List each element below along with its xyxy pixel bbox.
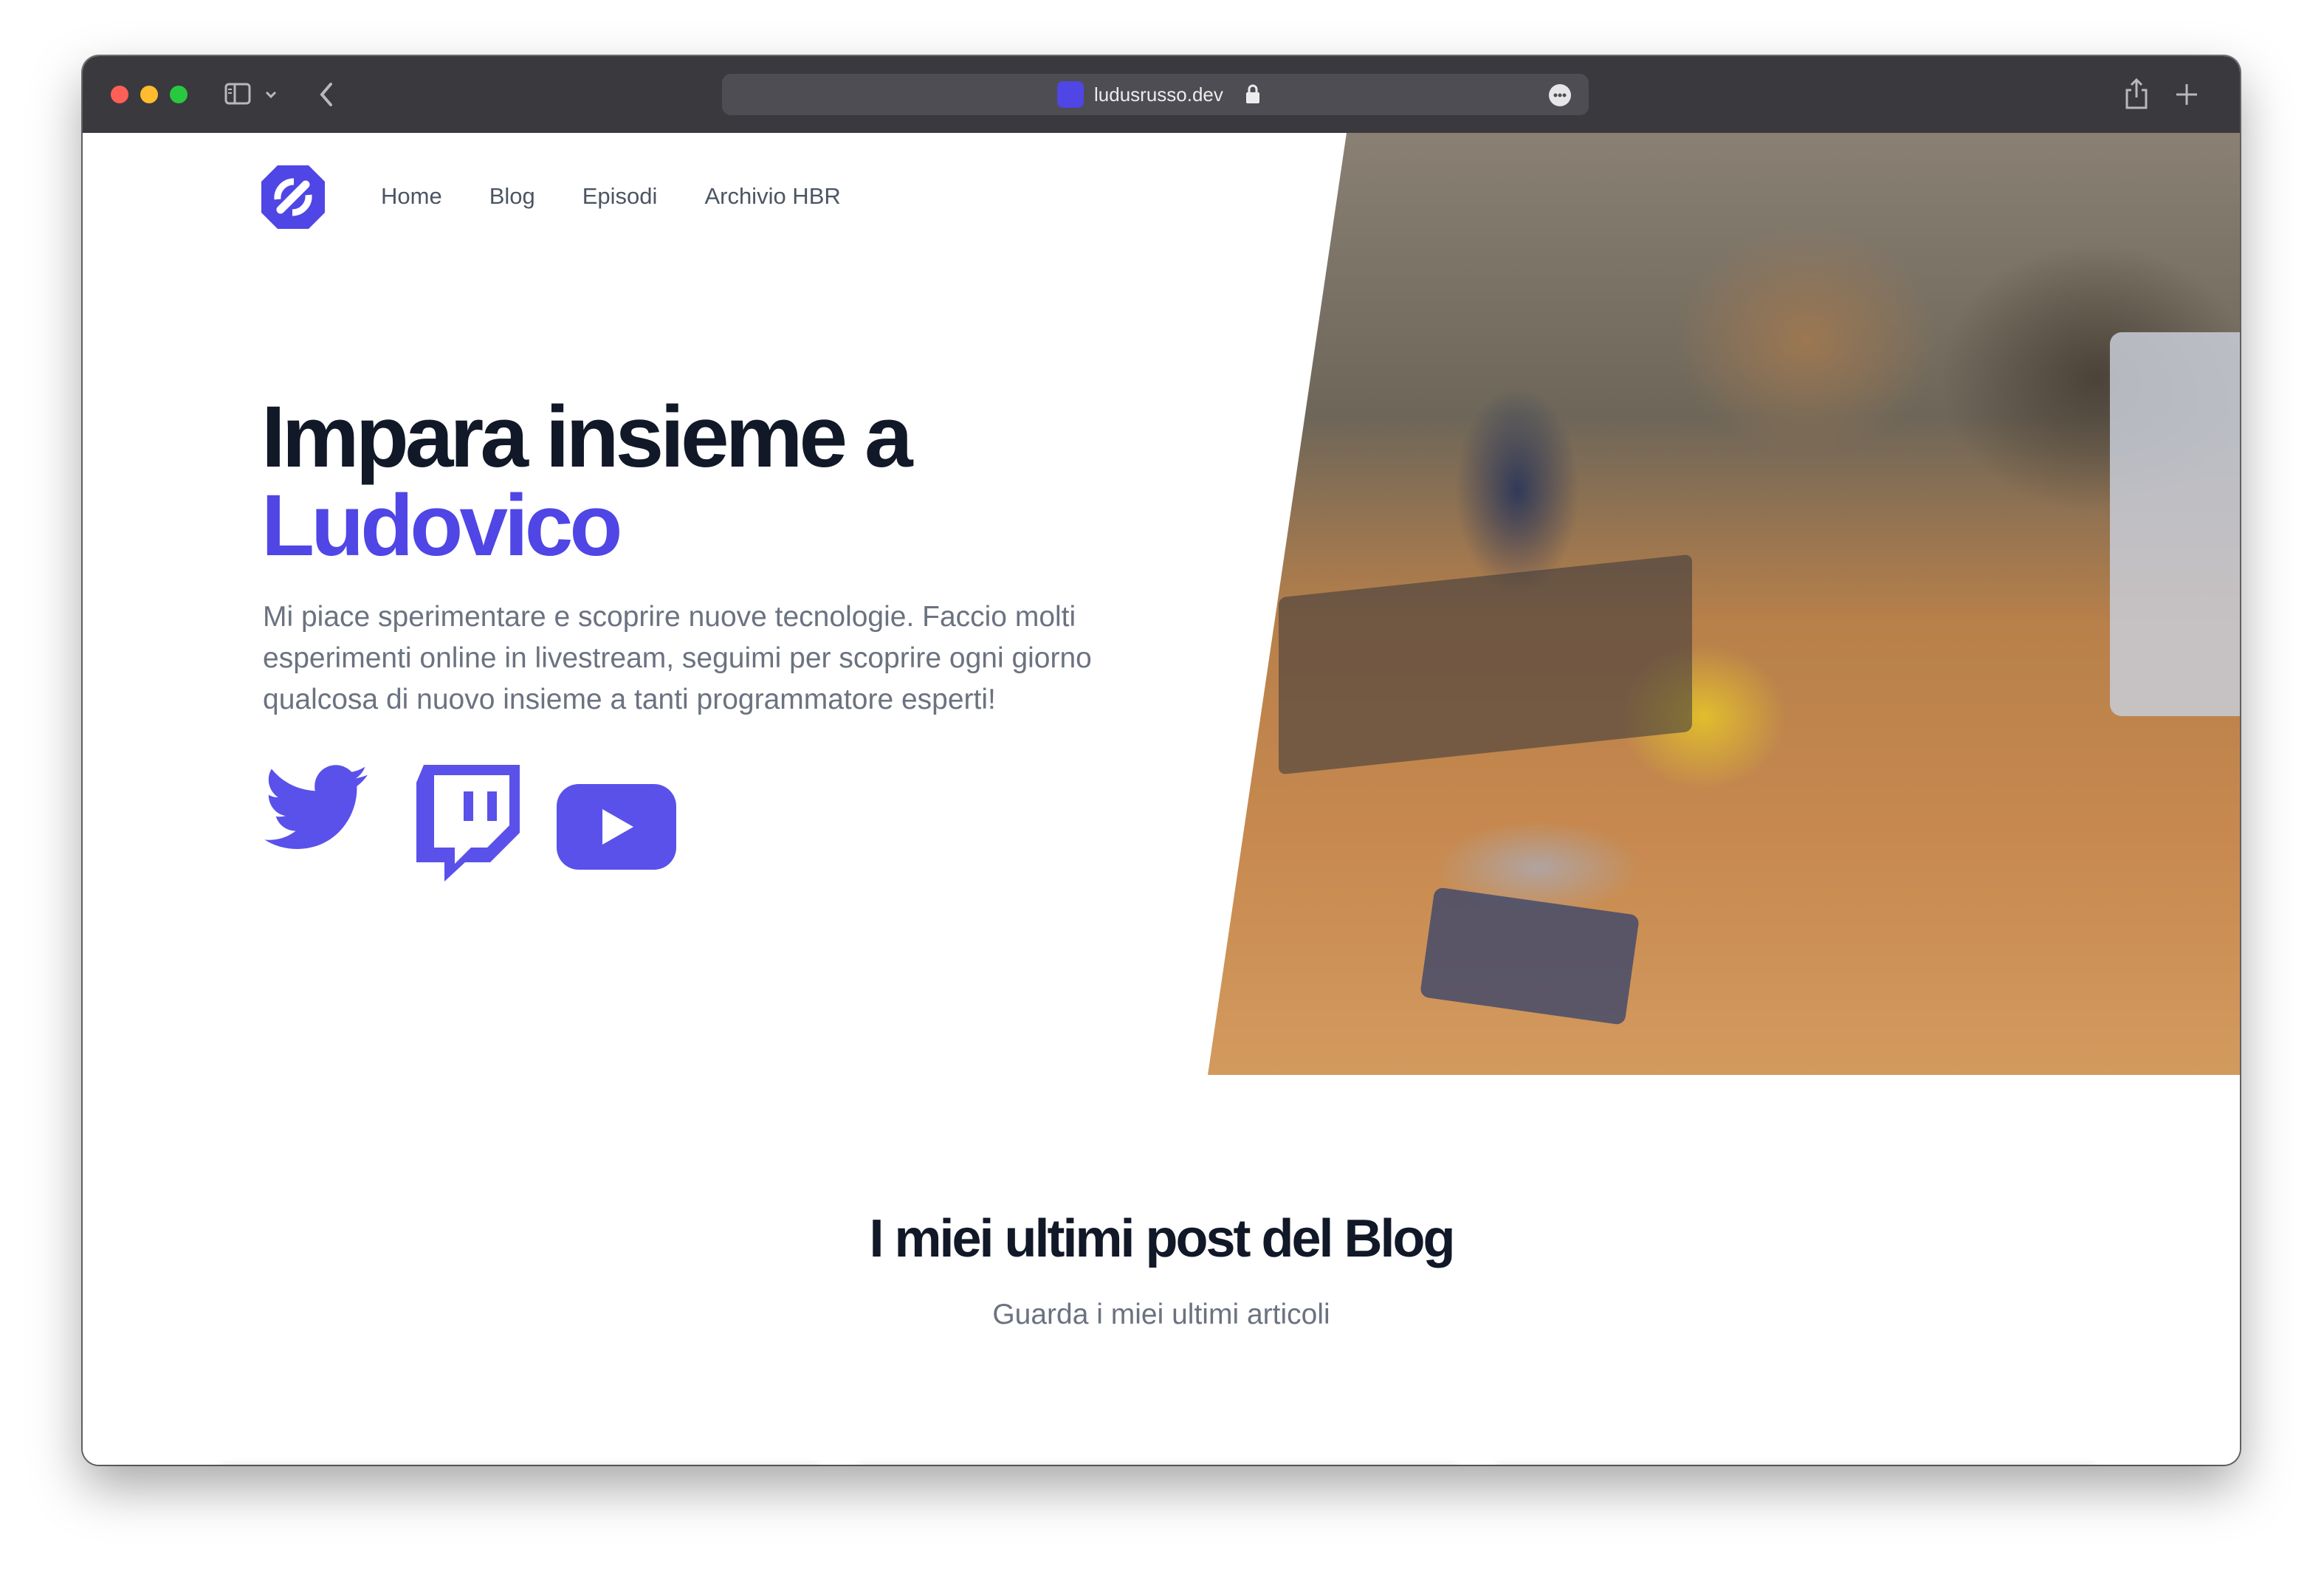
blog-section-title: I miei ultimi post del Blog (869, 1209, 1455, 1268)
twitter-icon[interactable] (264, 763, 368, 852)
hero-photo-laptop (2110, 332, 2240, 716)
site-logo-icon[interactable] (261, 165, 325, 229)
hero-description: Mi piace sperimentare e scoprire nuove t… (263, 601, 1092, 715)
more-icon[interactable] (1549, 84, 1571, 106)
blog-section-subtitle: Guarda i miei ultimi articoli (992, 1299, 1330, 1330)
page-content: Home Blog Episodi Archivio HBR Impara in… (83, 133, 2240, 1465)
twitch-icon[interactable] (416, 765, 520, 881)
plus-icon[interactable] (2173, 81, 2200, 108)
back-icon[interactable] (316, 81, 337, 108)
site-favicon-icon (1057, 81, 1084, 108)
nav-home-link[interactable]: Home (381, 182, 442, 211)
nav-archivio-hbr-link[interactable]: Archivio HBR (704, 182, 840, 211)
minimize-window-button[interactable] (140, 86, 158, 103)
browser-toolbar: ludusrusso.dev (83, 56, 2240, 133)
address-url: ludusrusso.dev (1094, 83, 1223, 106)
close-window-button[interactable] (111, 86, 128, 103)
browser-window: ludusrusso.dev Home Blog Episodi Archivi… (83, 56, 2240, 1465)
address-bar[interactable]: ludusrusso.dev (722, 74, 1589, 115)
lock-icon (1246, 84, 1259, 103)
hero-title-name: Ludovico (261, 477, 622, 574)
chevron-down-icon[interactable] (264, 86, 278, 103)
hero-title-line1: Impara insieme a (261, 388, 913, 486)
hero-title: Impara insieme a Ludovico (261, 393, 913, 574)
main-nav: Home Blog Episodi Archivio HBR (381, 182, 841, 211)
nav-episodi-link[interactable]: Episodi (582, 182, 658, 211)
zoom-window-button[interactable] (170, 86, 188, 103)
youtube-icon[interactable] (557, 784, 676, 870)
share-icon[interactable] (2123, 77, 2150, 111)
sidebar-icon[interactable] (224, 83, 251, 105)
nav-blog-link[interactable]: Blog (489, 182, 535, 211)
